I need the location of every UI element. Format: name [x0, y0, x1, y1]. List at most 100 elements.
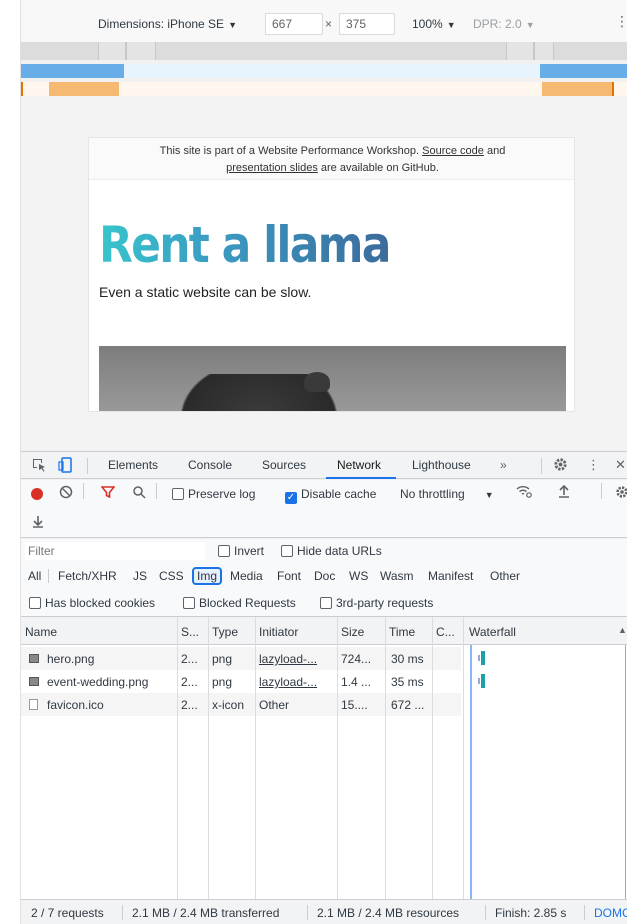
- request-name[interactable]: hero.png: [47, 652, 94, 666]
- column-header-size[interactable]: Size: [341, 625, 364, 639]
- has-blocked-cookies-checkbox[interactable]: Has blocked cookies: [29, 596, 155, 610]
- devtools-tab-bar: Elements Console Sources Network Lightho…: [21, 451, 627, 479]
- column-header-waterfall[interactable]: Waterfall: [469, 625, 516, 639]
- media-query-range-left[interactable]: [21, 64, 124, 78]
- caret-down-icon: ▼: [228, 20, 237, 30]
- active-tab-indicator: [326, 477, 396, 479]
- request-name[interactable]: event-wedding.png: [47, 675, 148, 689]
- checkbox-checked[interactable]: ✓: [285, 492, 297, 504]
- invert-checkbox[interactable]: Invert: [218, 544, 264, 558]
- media-query-segment[interactable]: [126, 42, 156, 60]
- media-query-range-left[interactable]: [49, 82, 119, 96]
- checkbox-box[interactable]: [320, 597, 332, 609]
- type-filter-all[interactable]: All: [28, 569, 41, 583]
- network-toolbar: Preserve log ✓ Disable cache No throttlin…: [21, 480, 627, 538]
- type-filter-wasm[interactable]: Wasm: [380, 569, 414, 583]
- media-query-range-right[interactable]: [540, 64, 627, 78]
- device-toolbar-icon[interactable]: [58, 457, 74, 476]
- tab-sources[interactable]: Sources: [262, 458, 306, 472]
- filter-input[interactable]: [25, 542, 205, 560]
- type-filter-media[interactable]: Media: [230, 569, 263, 583]
- sort-ascending-icon[interactable]: ▲: [618, 625, 627, 635]
- settings-gear-icon[interactable]: [553, 457, 568, 475]
- import-har-icon[interactable]: [558, 484, 570, 501]
- type-filter-img[interactable]: Img: [192, 567, 223, 585]
- workshop-banner: This site is part of a Website Performan…: [89, 138, 574, 180]
- table-row[interactable]: event-wedding.png 2... png lazyload-... …: [21, 670, 461, 693]
- dimensions-label: Dimensions: iPhone SE: [98, 17, 225, 31]
- hide-data-urls-label: Hide data URLs: [297, 544, 382, 558]
- type-filter-font[interactable]: Font: [277, 569, 301, 583]
- request-initiator-link[interactable]: lazyload-...: [259, 675, 317, 689]
- height-input[interactable]: 375: [339, 13, 395, 35]
- column-header-cache[interactable]: C...: [436, 625, 455, 639]
- clear-icon[interactable]: [59, 485, 73, 502]
- column-header-name[interactable]: Name: [25, 625, 57, 639]
- column-header-time[interactable]: Time: [389, 625, 415, 639]
- divider: [122, 905, 123, 920]
- tab-elements[interactable]: Elements: [108, 458, 158, 472]
- table-row[interactable]: hero.png 2... png lazyload-... 724... 30…: [21, 647, 461, 670]
- type-filter-ws[interactable]: WS: [349, 569, 368, 583]
- type-filter-fetch-xhr[interactable]: Fetch/XHR: [58, 569, 117, 583]
- media-query-segment[interactable]: [98, 42, 126, 60]
- checkbox-box[interactable]: [218, 545, 230, 557]
- hide-data-urls-checkbox[interactable]: Hide data URLs: [281, 544, 382, 558]
- presentation-slides-link[interactable]: presentation slides: [226, 162, 318, 174]
- kebab-menu-icon[interactable]: ⋮: [587, 457, 600, 473]
- export-har-icon[interactable]: [32, 514, 44, 531]
- search-icon[interactable]: [132, 485, 146, 502]
- media-query-segment[interactable]: [534, 42, 554, 60]
- network-conditions-icon[interactable]: [515, 484, 533, 501]
- banner-text: This site is part of a Website Performan…: [159, 145, 420, 157]
- more-options-icon[interactable]: ⋮: [615, 13, 627, 30]
- type-filter-doc[interactable]: Doc: [314, 569, 335, 583]
- times-symbol: ×: [325, 17, 333, 31]
- column-header-initiator[interactable]: Initiator: [259, 625, 298, 639]
- request-name[interactable]: favicon.ico: [47, 698, 104, 712]
- more-tabs-icon[interactable]: »: [500, 458, 507, 472]
- tab-network[interactable]: Network: [337, 458, 381, 472]
- type-filter-other[interactable]: Other: [490, 569, 520, 583]
- media-query-segment[interactable]: [506, 42, 534, 60]
- checkbox-box[interactable]: [29, 597, 41, 609]
- disable-cache-checkbox[interactable]: ✓ Disable cache: [285, 487, 376, 504]
- hero-title: Rent a llama: [99, 216, 391, 274]
- throttling-dropdown[interactable]: No throttling ▼: [400, 487, 494, 501]
- request-initiator-link[interactable]: lazyload-...: [259, 652, 317, 666]
- network-settings-gear-icon[interactable]: [615, 485, 627, 502]
- caret-down-icon: ▼: [484, 490, 494, 500]
- type-filter-js[interactable]: JS: [133, 569, 147, 583]
- column-header-status[interactable]: S...: [181, 625, 199, 639]
- image-file-icon: [29, 677, 39, 686]
- zoom-dropdown[interactable]: 100% ▼: [412, 17, 456, 31]
- close-icon[interactable]: ✕: [615, 457, 626, 473]
- checkbox-box[interactable]: [183, 597, 195, 609]
- width-input[interactable]: 667: [265, 13, 323, 35]
- resources-size: 2.1 MB / 2.4 MB resources: [317, 906, 460, 920]
- type-filter-css[interactable]: CSS: [159, 569, 184, 583]
- third-party-requests-checkbox[interactable]: 3rd-party requests: [320, 596, 433, 610]
- type-filter-manifest[interactable]: Manifest: [428, 569, 473, 583]
- media-query-range-right[interactable]: [542, 82, 612, 96]
- checkbox-box[interactable]: [281, 545, 293, 557]
- inspect-element-icon[interactable]: [31, 457, 47, 476]
- request-type: png: [212, 675, 233, 689]
- waterfall-bar[interactable]: [481, 674, 485, 688]
- dimensions-dropdown[interactable]: Dimensions: iPhone SE ▼: [98, 17, 237, 31]
- tab-console[interactable]: Console: [188, 458, 232, 472]
- table-row[interactable]: favicon.ico 2... x-icon Other 15.... 672…: [21, 693, 461, 716]
- record-icon[interactable]: [31, 488, 43, 500]
- preserve-log-checkbox[interactable]: Preserve log: [172, 487, 255, 501]
- request-status: 2...: [181, 652, 198, 666]
- tab-lighthouse[interactable]: Lighthouse: [412, 458, 471, 472]
- source-code-link[interactable]: Source code: [422, 145, 484, 157]
- blocked-requests-checkbox[interactable]: Blocked Requests: [183, 596, 296, 610]
- media-query-bar-min-max: [21, 64, 627, 78]
- dpr-dropdown[interactable]: DPR: 2.0 ▼: [473, 17, 535, 31]
- filter-icon[interactable]: [100, 485, 116, 502]
- checkbox-box[interactable]: [172, 488, 184, 500]
- image-file-icon: [29, 654, 39, 663]
- waterfall-bar[interactable]: [481, 651, 485, 665]
- column-header-type[interactable]: Type: [212, 625, 238, 639]
